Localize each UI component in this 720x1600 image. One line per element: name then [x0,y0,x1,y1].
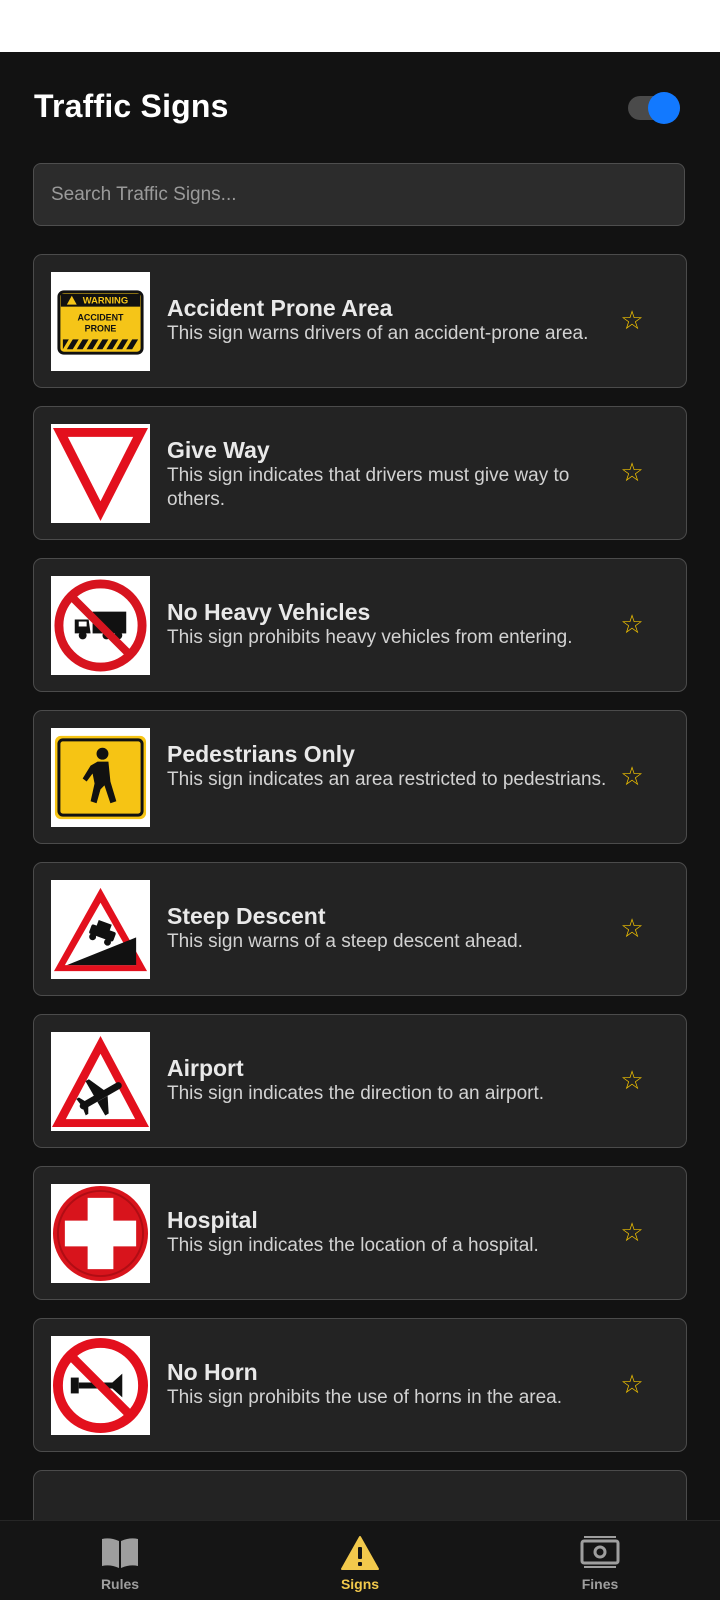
favorite-star-icon[interactable]: ☆ [615,1368,649,1402]
sign-card-hospital[interactable]: Hospital This sign indicates the locatio… [33,1166,687,1300]
sign-title: Hospital [167,1207,258,1233]
sign-title: No Heavy Vehicles [167,599,371,625]
sign-title: Steep Descent [167,903,326,929]
favorite-star-icon[interactable]: ☆ [615,1064,649,1098]
favorite-star-icon[interactable]: ☆ [615,304,649,338]
sign-description: This sign indicates the direction to an … [167,1083,545,1104]
sign-description: This sign indicates an area restricted t… [167,769,607,790]
sign-description: This sign prohibits heavy vehicles from … [167,627,573,648]
favorite-star-icon[interactable]: ☆ [615,1216,649,1250]
app-screen: Traffic Signs WARNING ACCIDENT PRONE [0,52,720,1600]
steep-descent-sign-icon [51,880,150,979]
nav-tab-rules[interactable]: Rules [0,1521,240,1600]
sign-description: This sign indicates that drivers must gi… [167,465,570,510]
sign-card-no-horn[interactable]: No Horn This sign prohibits the use of h… [33,1318,687,1452]
sign-card-give-way[interactable]: Give Way This sign indicates that driver… [33,406,687,540]
sign-line1-text: ACCIDENT [77,313,124,323]
no-horn-sign-icon [51,1336,150,1435]
nav-label: Fines [581,1576,619,1592]
sign-card-pedestrians-only[interactable]: Pedestrians Only This sign indicates an … [33,710,687,844]
hospital-sign-icon [51,1184,150,1283]
toggle-thumb [648,92,680,124]
sign-description: This sign indicates the location of a ho… [167,1235,539,1256]
sign-card-accident-prone-area[interactable]: WARNING ACCIDENT PRONE Accident Prone Ar… [33,254,687,388]
favorite-star-icon[interactable]: ☆ [615,760,649,794]
sign-description: This sign warns of a steep descent ahead… [167,931,523,952]
favorite-star-icon[interactable]: ☆ [615,608,649,642]
sign-list[interactable]: WARNING ACCIDENT PRONE Accident Prone Ar… [33,254,687,1538]
favorite-star-icon[interactable]: ☆ [615,456,649,490]
sign-description: This sign warns drivers of an accident-p… [167,323,589,344]
search-input[interactable] [33,163,685,226]
accident-prone-sign-icon: WARNING ACCIDENT PRONE [51,272,150,371]
nav-tab-fines[interactable]: Fines [480,1521,720,1600]
sign-title: No Horn [167,1359,258,1385]
sign-title: Give Way [167,437,270,463]
favorite-star-icon[interactable]: ☆ [615,912,649,946]
sign-description: This sign prohibits the use of horns in … [167,1387,563,1408]
no-heavy-vehicles-sign-icon [51,576,150,675]
warning-icon [340,1535,380,1571]
sign-title: Airport [167,1055,244,1081]
sign-title: Pedestrians Only [167,741,355,767]
book-icon [100,1535,140,1571]
money-icon [580,1535,620,1571]
pedestrians-only-sign-icon [51,728,150,827]
bottom-navigation: Rules Signs Fines [0,1520,720,1600]
sign-warning-text: WARNING [83,295,128,306]
page-title: Traffic Signs [34,88,229,124]
theme-toggle[interactable] [628,92,680,124]
sign-card-no-heavy-vehicles[interactable]: No Heavy Vehicles This sign prohibits he… [33,558,687,692]
nav-label: Signs [340,1576,380,1592]
nav-label: Rules [100,1576,140,1592]
sign-line2-text: PRONE [85,323,117,333]
give-way-sign-icon [51,424,150,523]
airport-sign-icon [51,1032,150,1131]
status-bar [0,0,720,52]
nav-tab-signs[interactable]: Signs [240,1521,480,1600]
sign-title: Accident Prone Area [167,295,393,321]
sign-card-steep-descent[interactable]: Steep Descent This sign warns of a steep… [33,862,687,996]
sign-card-airport[interactable]: Airport This sign indicates the directio… [33,1014,687,1148]
